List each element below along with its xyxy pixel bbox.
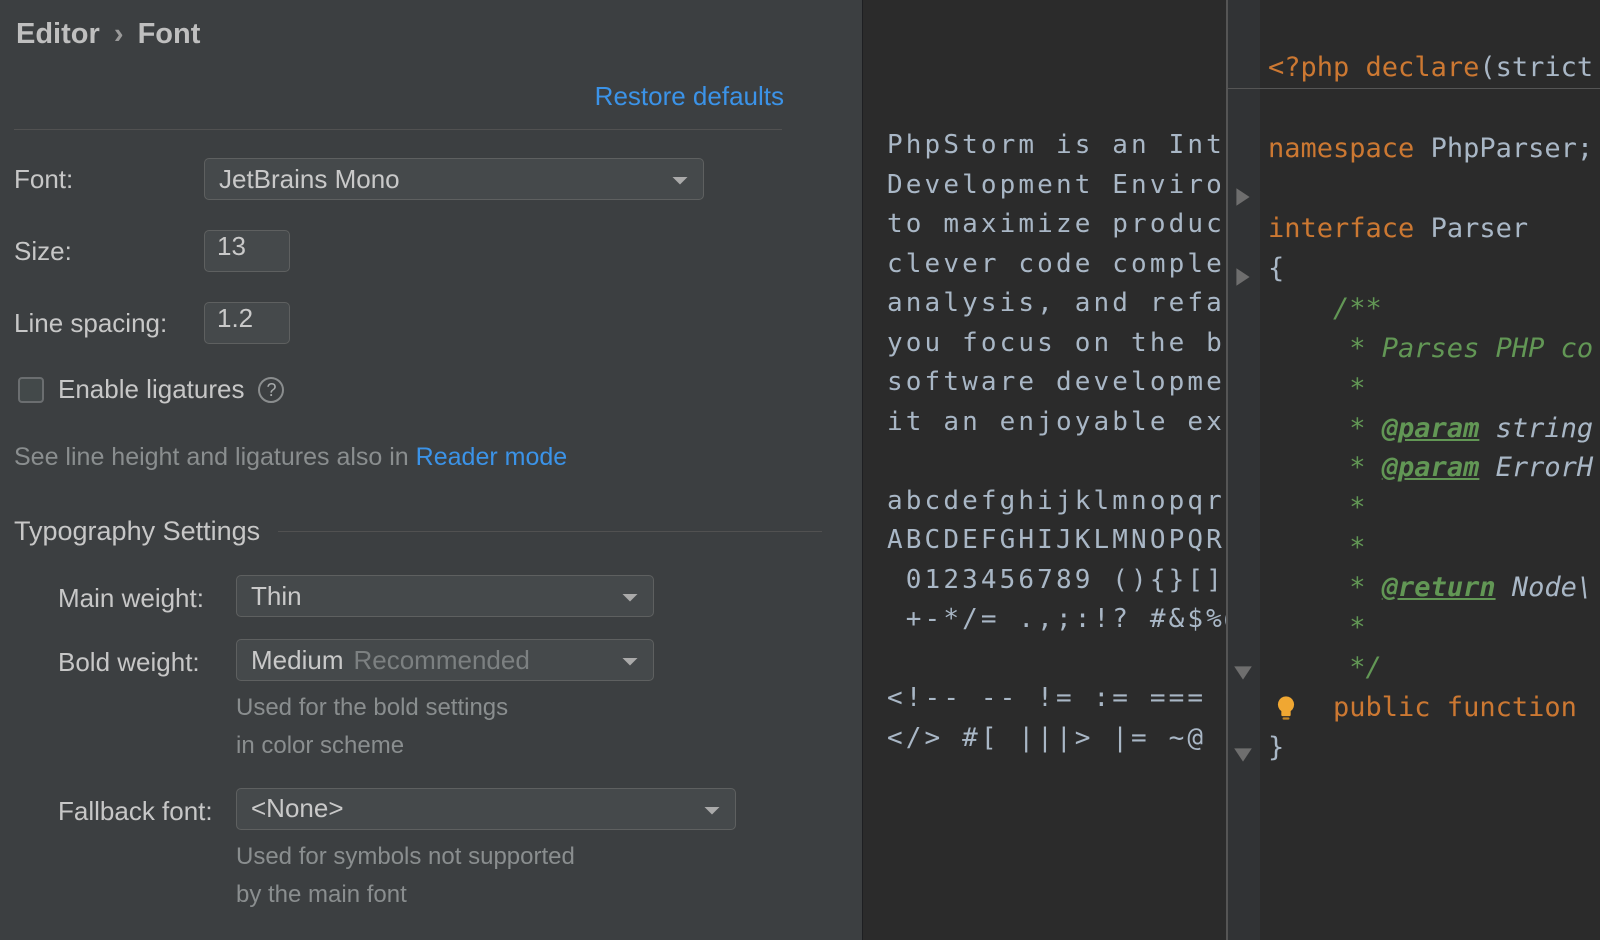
size-label: Size: xyxy=(14,236,204,267)
fallback-font-label: Fallback font: xyxy=(58,788,236,827)
bold-weight-select[interactable]: Medium Recommended xyxy=(236,639,654,681)
bold-weight-hint: Used for the bold settings in color sche… xyxy=(236,689,654,766)
editor-gutter xyxy=(1228,0,1260,940)
bold-weight-label: Bold weight: xyxy=(58,639,236,678)
main-weight-value: Thin xyxy=(251,581,302,612)
restore-defaults-link[interactable]: Restore defaults xyxy=(595,81,784,112)
main-weight-select[interactable]: Thin xyxy=(236,575,654,617)
lightbulb-icon[interactable] xyxy=(1272,694,1300,722)
fold-icon[interactable] xyxy=(1232,264,1254,286)
font-select-value: JetBrains Mono xyxy=(219,164,400,195)
fold-icon[interactable] xyxy=(1232,184,1254,206)
chevron-down-icon xyxy=(621,581,639,612)
section-divider xyxy=(278,531,822,533)
fold-icon[interactable] xyxy=(1232,660,1254,682)
fallback-font-select[interactable]: <None> xyxy=(236,788,736,830)
fallback-font-hint: Used for symbols not supported by the ma… xyxy=(236,838,676,915)
chevron-down-icon xyxy=(621,645,639,676)
divider xyxy=(14,129,782,130)
breadcrumb: Editor › Font xyxy=(14,12,862,79)
main-weight-label: Main weight: xyxy=(58,575,236,614)
enable-ligatures-checkbox[interactable] xyxy=(18,377,44,403)
chevron-down-icon xyxy=(671,164,689,195)
enable-ligatures-label: Enable ligatures xyxy=(58,374,244,405)
bold-weight-suffix: Recommended xyxy=(353,645,529,676)
chevron-down-icon xyxy=(703,793,721,824)
line-spacing-value: 1.2 xyxy=(217,303,253,333)
fallback-font-value: <None> xyxy=(251,793,344,824)
reader-mode-link[interactable]: Reader mode xyxy=(416,443,567,471)
font-select[interactable]: JetBrains Mono xyxy=(204,158,704,200)
code-content: <?php declare(strict namespace PhpParser… xyxy=(1264,0,1600,808)
font-label: Font: xyxy=(14,164,204,195)
reader-mode-hint: See line height and ligatures also in Re… xyxy=(14,443,862,472)
breadcrumb-parent[interactable]: Editor xyxy=(16,18,100,50)
fold-icon[interactable] xyxy=(1232,742,1254,764)
line-spacing-input[interactable]: 1.2 xyxy=(204,302,290,344)
chevron-right-icon: › xyxy=(114,18,124,50)
typography-settings-title: Typography Settings xyxy=(14,516,260,547)
size-value: 13 xyxy=(217,231,246,261)
size-input[interactable]: 13 xyxy=(204,230,290,272)
settings-panel: Editor › Font Restore defaults Font: Jet… xyxy=(0,0,862,940)
code-editor[interactable]: <?php declare(strict namespace PhpParser… xyxy=(1226,0,1600,940)
help-icon[interactable]: ? xyxy=(258,377,284,403)
breadcrumb-current: Font xyxy=(138,18,201,50)
line-spacing-label: Line spacing: xyxy=(14,308,204,339)
bold-weight-value: Medium xyxy=(251,645,343,676)
font-preview-panel: PhpStorm is an Integr Development Enviro… xyxy=(862,0,1226,940)
